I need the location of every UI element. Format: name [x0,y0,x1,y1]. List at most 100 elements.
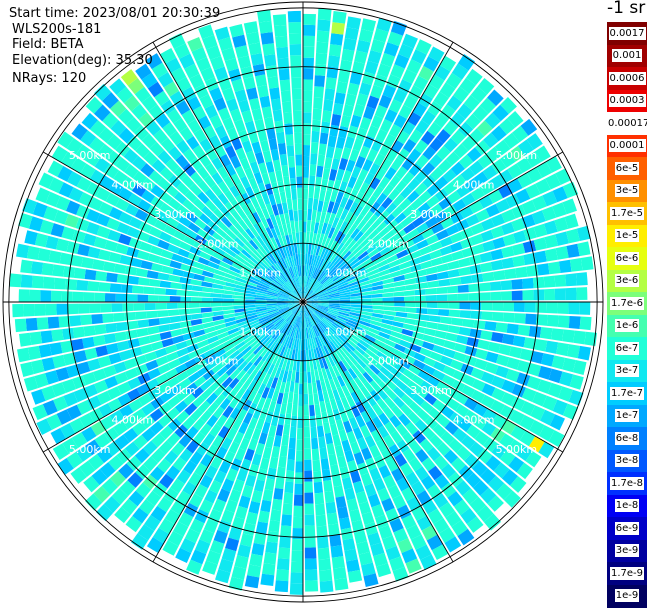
ppi-gate-cell [318,436,327,449]
ppi-gate-cell [503,312,515,323]
ppi-gate-cell [405,284,418,291]
ppi-gate-cell [298,209,303,221]
ppi-gate-cell [40,330,53,344]
ppi-gate-cell [92,335,106,347]
ppi-gate-cell [265,161,275,174]
ppi-gate-cell [52,264,65,277]
ppi-gate-cell [283,112,293,124]
ppi-gate-cell [550,328,564,342]
colorbar-tick-text: 1.7e-7 [609,386,645,400]
colorbar-tick-text: 3e-9 [614,544,640,558]
ppi-gate-cell [448,302,460,310]
ppi-gate-cell [104,293,116,302]
ppi-gate-cell [161,265,174,275]
ppi-gate-cell [337,70,351,84]
ppi-gate-cell [113,312,125,322]
ppi-gate-cell [250,53,264,66]
ppi-gate-cell [303,437,311,449]
colorbar-tick-text: 1e-9 [614,589,640,603]
ppi-gate-cell [319,569,333,582]
ppi-gate-cell [349,509,362,523]
ppi-gate-cell [262,150,272,163]
ppi-gate-cell [127,275,140,285]
ppi-gate-cell [295,461,303,473]
ppi-gate-cell [303,68,314,80]
ppi-gate-cell [279,536,291,549]
ppi-gate-cell [291,539,303,551]
ppi-gate-cell [447,325,460,334]
ppi-gate-cell [513,302,525,312]
ppi-gate-cell [313,86,325,99]
colorbar-tick-text: 0.001 [611,49,643,63]
ppi-gate-cell [426,308,439,316]
ppi-gate-cell [317,536,329,549]
ppi-gate-cell [262,43,276,56]
ppi-gate-cell [158,324,171,333]
ppi-gate-cell [310,153,318,165]
ppi-gate-cell [332,11,347,24]
ppi-gate-cell [124,312,136,321]
ppi-gate-cell [261,106,273,119]
ppi-gate-cell [415,302,427,308]
ppi-gate-cell [105,323,118,334]
ppi-gate-cell [304,448,312,460]
ppi-gate-cell [135,268,148,278]
ppi-gate-cell [103,261,116,273]
ppi-gate-cell [308,186,315,199]
ppi-gate-cell [304,558,318,570]
ppi-gate-cell [303,221,307,233]
ppi-gate-cell [360,294,372,299]
ppi-gate-cell [289,44,302,56]
ppi-gate-cell [294,221,299,233]
ppi-gate-cell [316,30,330,43]
ppi-gate-cell [268,138,278,151]
ppi-gate-cell [350,298,361,302]
ppi-gate-cell [246,87,259,101]
ppi-gate-cell [106,272,118,283]
ppi-gate-cell [137,294,149,302]
ppi-gate-cell [276,46,289,59]
ppi-gate-cell [405,307,417,314]
ppi-gate-cell [273,435,282,448]
ppi-gate-cell [40,290,52,302]
ppi-gate-cell [276,131,286,144]
ppi-gate-cell [266,530,279,543]
ppi-gate-cell [303,349,307,361]
ppi-gate-cell [119,254,132,266]
ppi-gate-cell [69,315,82,327]
ppi-gate-cell [346,559,360,573]
ppi-gate-cell [291,88,302,100]
ppi-gate-cell [382,297,394,302]
ppi-gate-cell [210,302,222,307]
ppi-gate-cell [138,335,151,346]
range-ring-label: 4.00km [453,179,495,192]
ppi-gate-cell [554,288,566,301]
range-ring-label: 1.00km [240,267,282,280]
ppi-gate-cell [125,329,138,340]
ppi-gate-cell [290,177,297,190]
ppi-gate-cell [416,282,429,290]
ppi-gate-cell [84,269,97,281]
ppi-gate-cell [168,274,181,283]
ppi-gate-cell [30,261,44,275]
ppi-gate-cell [338,125,349,139]
ppi-gate-cell [482,271,495,282]
colorbar-unit-label: -1 sr [607,0,646,18]
ppi-gate-cell [360,298,372,302]
ppi-gate-cell [293,121,302,133]
ppi-gate-cell [338,517,351,530]
colorbar-tick-text: 0.00017 [607,116,647,130]
ppi-gate-cell [25,317,38,332]
ppi-gate-cell [263,552,277,565]
ppi-gate-cell [279,153,288,166]
ppi-gate-cell [49,342,63,356]
ppi-gate-cell [137,319,150,329]
ppi-gate-cell [98,282,111,292]
ppi-gate-cell [393,296,405,302]
ppi-gate-cell [372,305,384,310]
range-ring-label: 2.00km [197,237,239,250]
ppi-gate-cell [334,92,346,105]
ppi-gate-cell [19,332,32,347]
ppi-gate-cell [315,514,327,527]
colorbar-tick-text: 3e-6 [614,274,640,288]
